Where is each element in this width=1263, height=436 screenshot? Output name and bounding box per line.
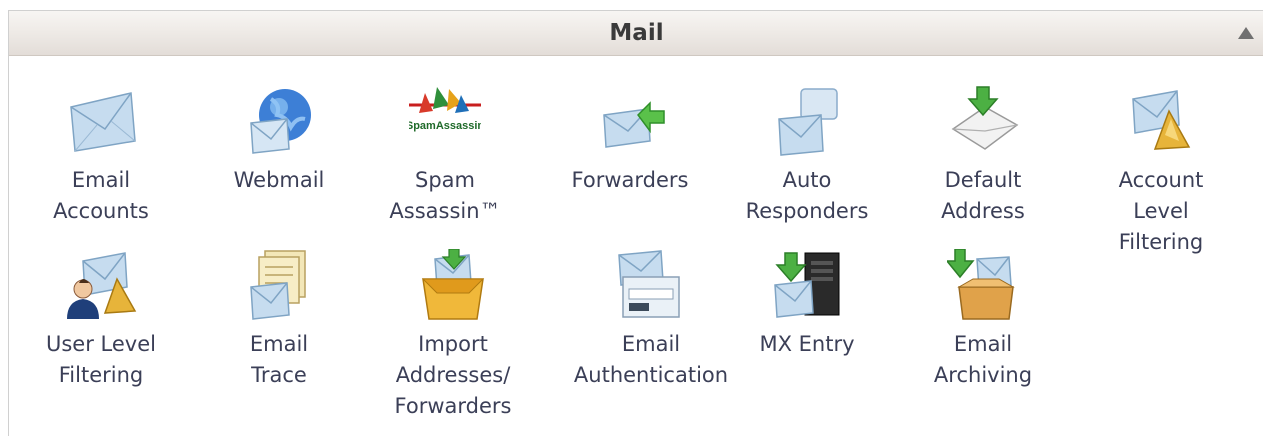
item-label: Email Trace [249,332,309,387]
item-label: Email Archiving [933,332,1033,387]
spamassassin-icon: SpamAssassin [409,85,481,157]
user-filtering-icon [65,249,137,321]
email-archiving-icon [947,249,1019,321]
item-label: Default Address [941,168,1025,223]
email-authentication-icon [615,249,687,321]
email-accounts-icon [65,85,137,157]
mx-entry-icon [771,249,843,321]
collapse-triangle-icon[interactable] [1238,27,1254,39]
auto-responders-icon [771,85,843,157]
panel-header[interactable]: Mail [9,11,1263,56]
item-label: Forwarders [571,168,689,192]
email-trace-icon [243,249,315,321]
item-label: Spam Assassin™ [389,168,501,223]
item-label: Auto Responders [745,168,869,223]
mail-panel: Mail Email Accounts Webmail SpamAssassin… [8,10,1263,436]
item-label: Email Accounts [53,168,149,223]
item-label: Account Level Filtering [1118,168,1204,254]
item-label: User Level Filtering [46,332,156,387]
item-label: MX Entry [759,332,855,356]
webmail-icon [243,85,315,157]
import-icon [417,249,489,321]
item-label: Import Addresses/ Forwarders [394,332,512,418]
forwarders-icon [594,85,666,157]
spamassassin-logo-text: SpamAssassin [409,120,481,132]
panel-title: Mail [609,20,664,46]
account-filtering-icon [1125,85,1197,157]
default-address-icon [947,85,1019,157]
